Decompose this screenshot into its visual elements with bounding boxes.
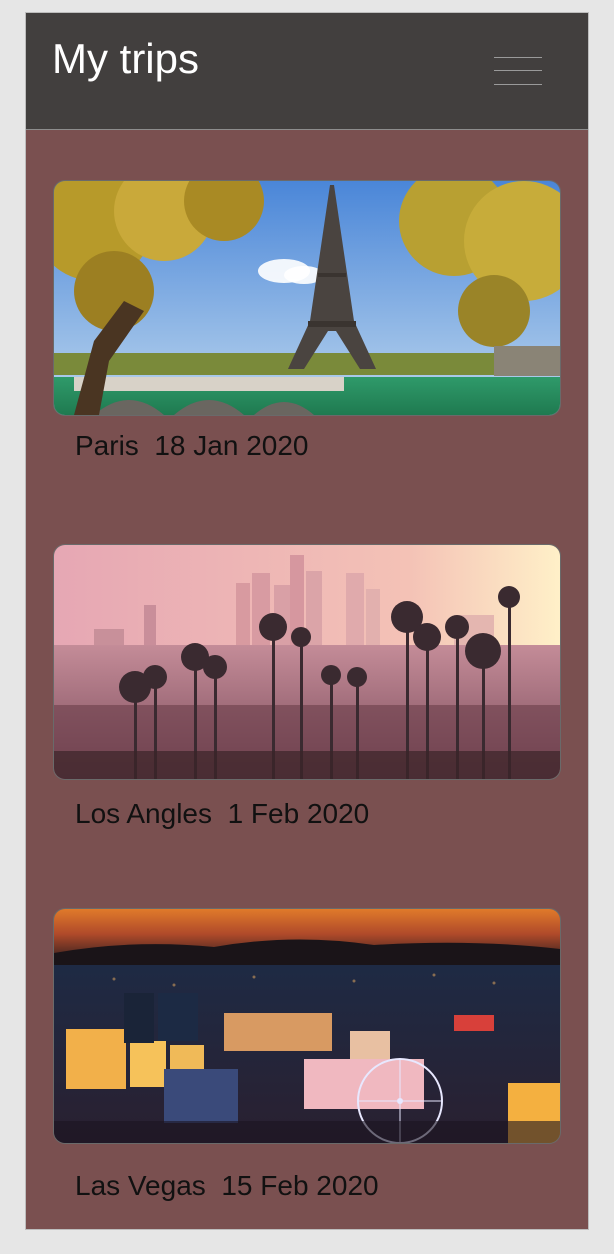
app-frame: My trips Paris 18 Jan 2020 Los Angles 1 … [25, 12, 589, 1230]
trip-card-las-vegas[interactable]: Las Vegas 15 Feb 2020 [53, 908, 561, 1201]
trip-card-los-angeles[interactable]: Los Angles 1 Feb 2020 [53, 544, 561, 829]
los-angeles-skyline-photo [53, 544, 561, 780]
trip-date: 18 Jan 2020 [154, 430, 309, 461]
las-vegas-night-photo [53, 908, 561, 1144]
trip-date: 1 Feb 2020 [227, 798, 370, 829]
trip-city: Paris [75, 430, 139, 461]
trip-caption-paris: Paris 18 Jan 2020 [75, 430, 309, 462]
app-header: My trips [26, 13, 588, 130]
paris-eiffel-tower-photo [53, 180, 561, 416]
trip-date: 15 Feb 2020 [221, 1170, 379, 1201]
trip-city: Los Angles [75, 798, 212, 829]
hamburger-menu-button[interactable] [492, 57, 544, 89]
menu-line-icon [494, 70, 542, 71]
trip-caption-las-vegas: Las Vegas 15 Feb 2020 [75, 1170, 379, 1202]
trip-caption-los-angeles: Los Angles 1 Feb 2020 [75, 798, 369, 830]
menu-line-icon [494, 84, 542, 85]
trip-city: Las Vegas [75, 1170, 206, 1201]
page-title: My trips [52, 35, 199, 82]
menu-line-icon [494, 57, 542, 58]
trip-card-paris[interactable]: Paris 18 Jan 2020 [53, 180, 561, 461]
